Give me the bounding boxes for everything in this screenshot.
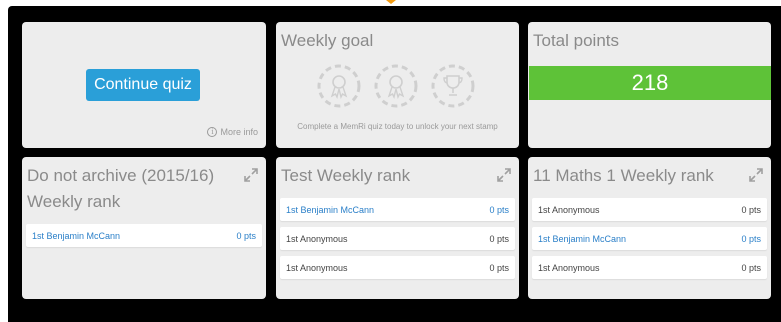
weekly-goal-title: Weekly goal bbox=[281, 31, 374, 50]
rank-row[interactable]: 1st Benjamin McCann 0 pts bbox=[26, 224, 262, 247]
rank-row[interactable]: 1st Benjamin McCann 0 pts bbox=[280, 198, 515, 221]
leaderboard-card: Test Weekly rank 1st Benjamin McCann 0 p… bbox=[276, 157, 519, 299]
continue-quiz-button[interactable]: Continue quiz bbox=[86, 69, 200, 101]
expand-icon[interactable] bbox=[496, 167, 512, 183]
rank-points: 0 pts bbox=[236, 230, 256, 241]
leaderboard-title: Do not archive (2015/16) Weekly rank bbox=[27, 163, 214, 215]
rank-name: 1st Benjamin McCann bbox=[32, 230, 121, 241]
rank-name: 1st Benjamin McCann bbox=[538, 233, 627, 244]
rank-points: 0 pts bbox=[489, 233, 509, 244]
leaderboard-card: Do not archive (2015/16) Weekly rank 1st… bbox=[22, 157, 266, 299]
rank-name: 1st Anonymous bbox=[286, 262, 348, 273]
leaderboard-title: Test Weekly rank bbox=[281, 166, 411, 185]
accent-caret bbox=[386, 0, 396, 4]
rank-points: 0 pts bbox=[741, 262, 761, 273]
rank-row[interactable]: 1st Anonymous 0 pts bbox=[532, 256, 767, 279]
total-points-value: 218 bbox=[529, 66, 771, 100]
rank-list: 1st Benjamin McCann 0 pts bbox=[26, 224, 262, 253]
weekly-goal-message: Complete a MemRi quiz today to unlock yo… bbox=[297, 122, 498, 131]
expand-icon[interactable] bbox=[748, 167, 764, 183]
more-info-label: More info bbox=[220, 127, 258, 137]
ribbon-badge-icon bbox=[317, 64, 361, 108]
rank-row[interactable]: 1st Anonymous 0 pts bbox=[532, 198, 767, 221]
expand-icon[interactable] bbox=[243, 167, 259, 183]
trophy-icon bbox=[431, 64, 475, 108]
rank-name: 1st Benjamin McCann bbox=[286, 204, 375, 215]
rank-points: 0 pts bbox=[741, 233, 761, 244]
rank-row[interactable]: 1st Anonymous 0 pts bbox=[280, 256, 515, 279]
rank-row[interactable]: 1st Anonymous 0 pts bbox=[280, 227, 515, 250]
leaderboard-title: 11 Maths 1 Weekly rank bbox=[533, 166, 714, 185]
ribbon-badge-icon bbox=[374, 64, 418, 108]
rank-points: 0 pts bbox=[489, 204, 509, 215]
rank-points: 0 pts bbox=[489, 262, 509, 273]
continue-quiz-card: Continue quiz i More info bbox=[22, 22, 266, 148]
total-points-card: Total points 218 bbox=[528, 22, 771, 148]
rank-row[interactable]: 1st Benjamin McCann 0 pts bbox=[532, 227, 767, 250]
info-circle-icon: i bbox=[207, 127, 218, 137]
rank-list: 1st Benjamin McCann 0 pts 1st Anonymous … bbox=[280, 198, 515, 285]
leaderboard-title-line2: Weekly rank bbox=[27, 192, 121, 211]
stamp-row bbox=[276, 63, 519, 109]
rank-list: 1st Anonymous 0 pts 1st Benjamin McCann … bbox=[532, 198, 767, 285]
weekly-goal-card: Weekly goal Complete a MemRi quiz today … bbox=[276, 22, 519, 148]
rank-name: 1st Anonymous bbox=[286, 233, 348, 244]
rank-name: 1st Anonymous bbox=[538, 204, 600, 215]
rank-points: 0 pts bbox=[741, 204, 761, 215]
leaderboard-title-line1: Do not archive (2015/16) bbox=[27, 166, 215, 185]
rank-name: 1st Anonymous bbox=[538, 262, 600, 273]
total-points-title: Total points bbox=[533, 31, 619, 50]
leaderboard-card: 11 Maths 1 Weekly rank 1st Anonymous 0 p… bbox=[528, 157, 771, 299]
more-info-link[interactable]: i More info bbox=[207, 127, 258, 137]
